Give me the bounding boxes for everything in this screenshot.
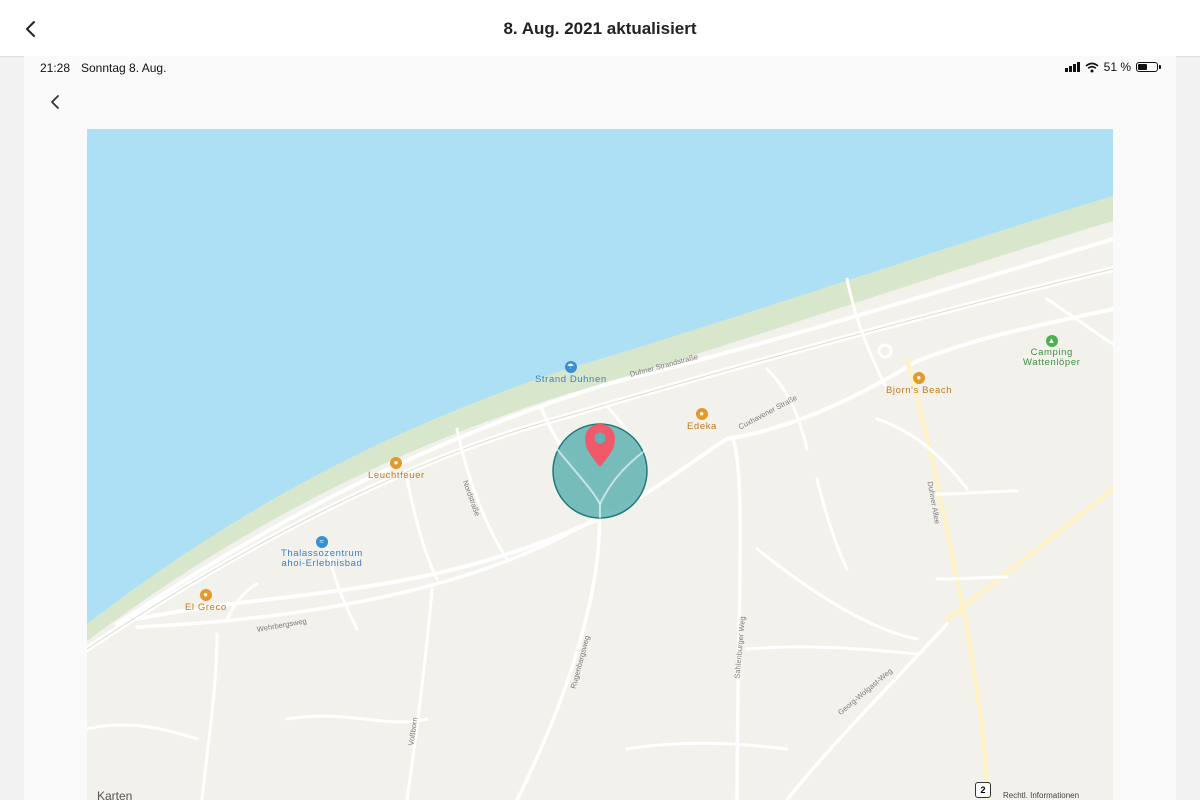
road	[755, 547, 919, 641]
camping-icon: ▲	[1045, 335, 1058, 347]
road	[945, 487, 1113, 621]
poi-label: Bjorn's Beach	[886, 385, 953, 396]
poi-leuchtfeuer[interactable]: ● Leuchtfeuer	[368, 457, 425, 481]
poi-el-greco[interactable]: ● El Greco	[185, 589, 227, 613]
poi-label: Strand Duhnen	[535, 374, 607, 385]
chevron-left-icon[interactable]	[46, 92, 66, 112]
battery-icon	[1136, 62, 1161, 72]
roundabout	[877, 343, 893, 359]
page-title: 8. Aug. 2021 aktualisiert	[503, 19, 697, 38]
status-date: Sonntag 8. Aug.	[81, 61, 167, 75]
swimming-icon: ≈	[315, 536, 328, 548]
poi-strand-duhnen[interactable]: ☂ Strand Duhnen	[535, 361, 607, 385]
road	[405, 587, 434, 800]
road	[405, 477, 439, 581]
attribution-label: Karten	[97, 789, 133, 800]
poi-label: Camping Wattenlöper	[1023, 347, 1081, 368]
road	[935, 489, 1019, 496]
battery-percent: 51 %	[1103, 60, 1131, 74]
poi-label: Edeka	[687, 421, 717, 432]
road	[745, 645, 919, 656]
status-time: 21:28	[40, 61, 71, 75]
road	[875, 417, 969, 491]
poi-label: El Greco	[185, 602, 227, 613]
poi-label: Thalassozentrum ahoi-Erlebnisbad	[281, 548, 363, 569]
battery-fill	[1138, 64, 1148, 70]
map-canvas	[87, 129, 1113, 800]
route-shield: 2	[975, 782, 991, 798]
screenshot-frame: 21:28 Sonntag 8. Aug. 51 % ☂ Strand Duhn…	[24, 56, 1176, 800]
umbrella-icon: ☂	[564, 361, 577, 373]
poi-bjorns-beach[interactable]: ● Bjorn's Beach	[886, 372, 952, 396]
road	[815, 477, 849, 571]
road	[87, 723, 199, 741]
shopping-cart-icon: ●	[695, 408, 708, 420]
poi-camping[interactable]: ▲ Camping Wattenlöper	[1023, 335, 1080, 368]
status-bar: 21:28 Sonntag 8. Aug. 51 %	[24, 56, 1176, 82]
poi-thalasso[interactable]: ≈ Thalassozentrum ahoi-Erlebnisbad	[281, 536, 363, 569]
maps-attribution[interactable]: Karten	[97, 789, 132, 800]
restaurant-icon: ●	[913, 372, 926, 384]
wifi-icon	[1085, 62, 1099, 72]
cellular-signal-icon	[1064, 62, 1080, 72]
road	[625, 741, 789, 751]
road	[200, 632, 219, 800]
restaurant-icon: ●	[390, 457, 403, 469]
legal-link[interactable]: Rechtl. Informationen	[1003, 791, 1079, 800]
poi-label: Leuchtfeuer	[368, 470, 425, 481]
road	[285, 714, 429, 724]
poi-edeka[interactable]: ● Edeka	[687, 408, 717, 432]
map-view[interactable]: ☂ Strand Duhnen ● Edeka ● Bjorn's Beach …	[87, 129, 1113, 800]
top-bar: 8. Aug. 2021 aktualisiert	[0, 0, 1200, 57]
restaurant-icon: ●	[199, 589, 212, 601]
status-indicators: 51 %	[1064, 60, 1161, 74]
